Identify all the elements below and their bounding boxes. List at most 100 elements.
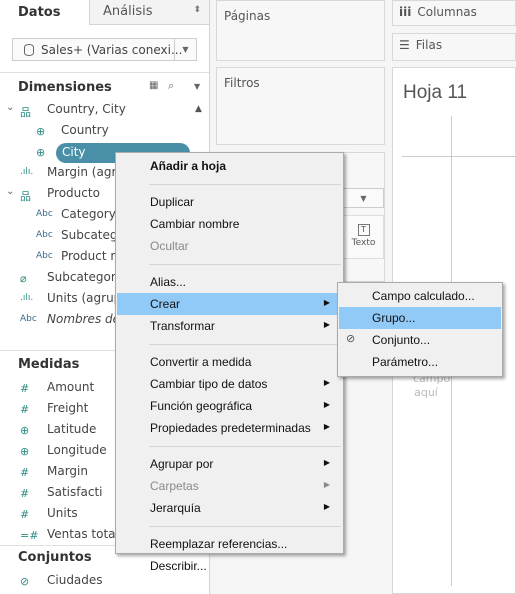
scroll-up-icon[interactable]: ▲ xyxy=(195,104,202,114)
menu-item-label: Carpetas xyxy=(150,479,199,493)
menu-item-label: Duplicar xyxy=(150,195,195,209)
rows-label: Filas xyxy=(415,38,443,52)
submenu-item-label: Conjunto... xyxy=(372,333,431,347)
chevron-down-icon[interactable]: ▼ xyxy=(174,39,196,60)
submenu-item-label: Grupo... xyxy=(372,311,416,325)
chevron-right-icon: ▶ xyxy=(323,458,330,467)
globe-icon: ⊕ xyxy=(20,445,30,458)
menu-item-label: Convertir a medida xyxy=(150,355,252,369)
abc-icon: Abc xyxy=(36,230,53,240)
menu-item-label: Alias... xyxy=(150,275,187,289)
database-icon xyxy=(24,44,34,56)
field-item[interactable]: Satisfacti xyxy=(47,485,102,505)
menu-item[interactable]: Transformar ▶ xyxy=(117,315,342,337)
menu-item[interactable]: Cambiar tipo de datos ▶ xyxy=(117,373,342,395)
chevron-right-icon: ▶ xyxy=(323,480,330,489)
menu-item-label: Jerarquía xyxy=(150,501,201,515)
field-item[interactable]: Subcategory xyxy=(47,270,123,290)
filters-card[interactable]: Filtros xyxy=(216,67,385,145)
field-item[interactable]: Longitude xyxy=(47,443,107,463)
menu-separator xyxy=(149,526,341,527)
hash-icon: # xyxy=(20,508,30,521)
menu-item[interactable]: Convertir a medida xyxy=(117,351,342,373)
field-item[interactable]: Nombres de xyxy=(47,312,120,332)
chevron-right-icon: ▶ xyxy=(323,422,330,431)
text-mark-button[interactable]: T Texto xyxy=(343,215,384,259)
field-item[interactable]: Latitude xyxy=(47,422,96,442)
menu-item[interactable]: Crear ▶ xyxy=(117,293,342,315)
globe-icon: ⊕ xyxy=(36,125,46,138)
filters-label: Filtros xyxy=(224,76,260,90)
field-item[interactable]: Country xyxy=(61,123,109,143)
mark-type-dropdown[interactable]: ▼ xyxy=(343,188,384,208)
menu-item[interactable]: Cambiar nombre xyxy=(117,213,342,235)
paperclip-icon: ⌀ xyxy=(20,272,27,285)
text-mark-label: Texto xyxy=(351,238,376,248)
field-item[interactable]: Producto xyxy=(47,186,100,206)
chevron-right-icon: ▶ xyxy=(323,378,330,387)
hash-icon: # xyxy=(20,466,30,479)
sets-header: Conjuntos xyxy=(18,550,92,565)
submenu-item-label: Parámetro... xyxy=(372,355,439,369)
abc-icon: Abc xyxy=(20,314,37,324)
menu-item[interactable]: Función geográfica ▶ xyxy=(117,395,342,417)
submenu-item[interactable]: Campo calculado... xyxy=(339,285,501,307)
field-item[interactable]: Freight xyxy=(47,401,88,421)
datasource-label: Sales+ (Varias conexi... xyxy=(41,43,183,57)
view-icon[interactable]: ▦ xyxy=(149,80,158,91)
chevron-right-icon: ▶ xyxy=(323,298,330,307)
submenu-item[interactable]: ⊘ Conjunto... xyxy=(339,329,501,351)
menu-item[interactable]: Jerarquía ▶ xyxy=(117,497,342,519)
create-submenu: Campo calculado... Grupo... ⊘ Conjunto... Pa… xyxy=(337,282,503,377)
menu-item[interactable]: Duplicar xyxy=(117,191,342,213)
set-icon: ⊘ xyxy=(346,333,356,345)
chevron-down-icon[interactable]: ⌄ xyxy=(6,102,14,113)
field-item[interactable]: Margin xyxy=(47,464,88,484)
search-icon[interactable]: ⌕ xyxy=(168,79,174,93)
pages-card[interactable]: Páginas xyxy=(216,0,385,61)
menu-item[interactable]: Alias... xyxy=(117,271,342,293)
dimensions-header: Dimensiones xyxy=(18,80,112,95)
columns-icon: iii xyxy=(399,5,412,19)
submenu-item[interactable]: Grupo... xyxy=(339,307,501,329)
menu-item[interactable]: Agrupar por ▶ xyxy=(117,453,342,475)
field-item[interactable]: Units xyxy=(47,506,78,526)
rows-icon: ☰ xyxy=(399,38,410,52)
submenu-item[interactable]: Parámetro... xyxy=(339,351,501,373)
chevron-down-icon[interactable]: ▼ xyxy=(194,82,200,91)
menu-item-label: Describir... xyxy=(150,559,207,573)
menu-item-label: Propiedades predeterminadas xyxy=(150,421,311,435)
menu-item[interactable]: Reemplazar referencias... xyxy=(117,533,342,555)
field-item[interactable]: Category xyxy=(61,207,116,227)
tab-datos[interactable]: Datos xyxy=(0,0,89,26)
chevron-right-icon: ▶ xyxy=(323,502,330,511)
field-item[interactable]: Ciudades xyxy=(47,573,103,593)
rows-shelf[interactable]: ☰ Filas xyxy=(392,33,516,61)
measures-header: Medidas xyxy=(18,357,80,372)
menu-item-label: Cambiar nombre xyxy=(150,217,240,231)
datasource-select[interactable]: Sales+ (Varias conexi... ▼ xyxy=(12,38,197,61)
menu-item-label: Ocultar xyxy=(150,239,189,253)
field-item[interactable]: Subcateg xyxy=(61,228,118,248)
columns-shelf[interactable]: iii Columnas xyxy=(392,0,516,26)
chevron-down-icon[interactable]: ⌄ xyxy=(6,186,14,197)
bin-icon: .ılı. xyxy=(20,167,34,177)
tab-label: Análisis xyxy=(103,4,153,19)
columns-label: Columnas xyxy=(417,5,477,19)
menu-item[interactable]: Añadir a hoja xyxy=(117,155,342,177)
menu-item[interactable]: Describir... xyxy=(117,555,342,577)
field-item[interactable]: Amount xyxy=(47,380,94,400)
tab-analisis[interactable]: Análisis ⬍ xyxy=(89,0,209,25)
field-item[interactable]: Ventas total xyxy=(47,527,119,547)
calc-hash-icon: =# xyxy=(20,529,39,542)
menu-item-label: Añadir a hoja xyxy=(150,159,227,173)
menu-item-label: Crear xyxy=(150,297,181,311)
field-item[interactable]: Country, City xyxy=(47,102,126,122)
menu-item-label: Transformar xyxy=(150,319,215,333)
field-item[interactable]: Product n xyxy=(61,249,118,269)
globe-icon: ⊕ xyxy=(20,424,30,437)
pages-label: Páginas xyxy=(224,9,271,23)
field-item[interactable]: Units (agrup xyxy=(47,291,121,311)
menu-item[interactable]: Propiedades predeterminadas ▶ xyxy=(117,417,342,439)
abc-icon: Abc xyxy=(36,209,53,219)
